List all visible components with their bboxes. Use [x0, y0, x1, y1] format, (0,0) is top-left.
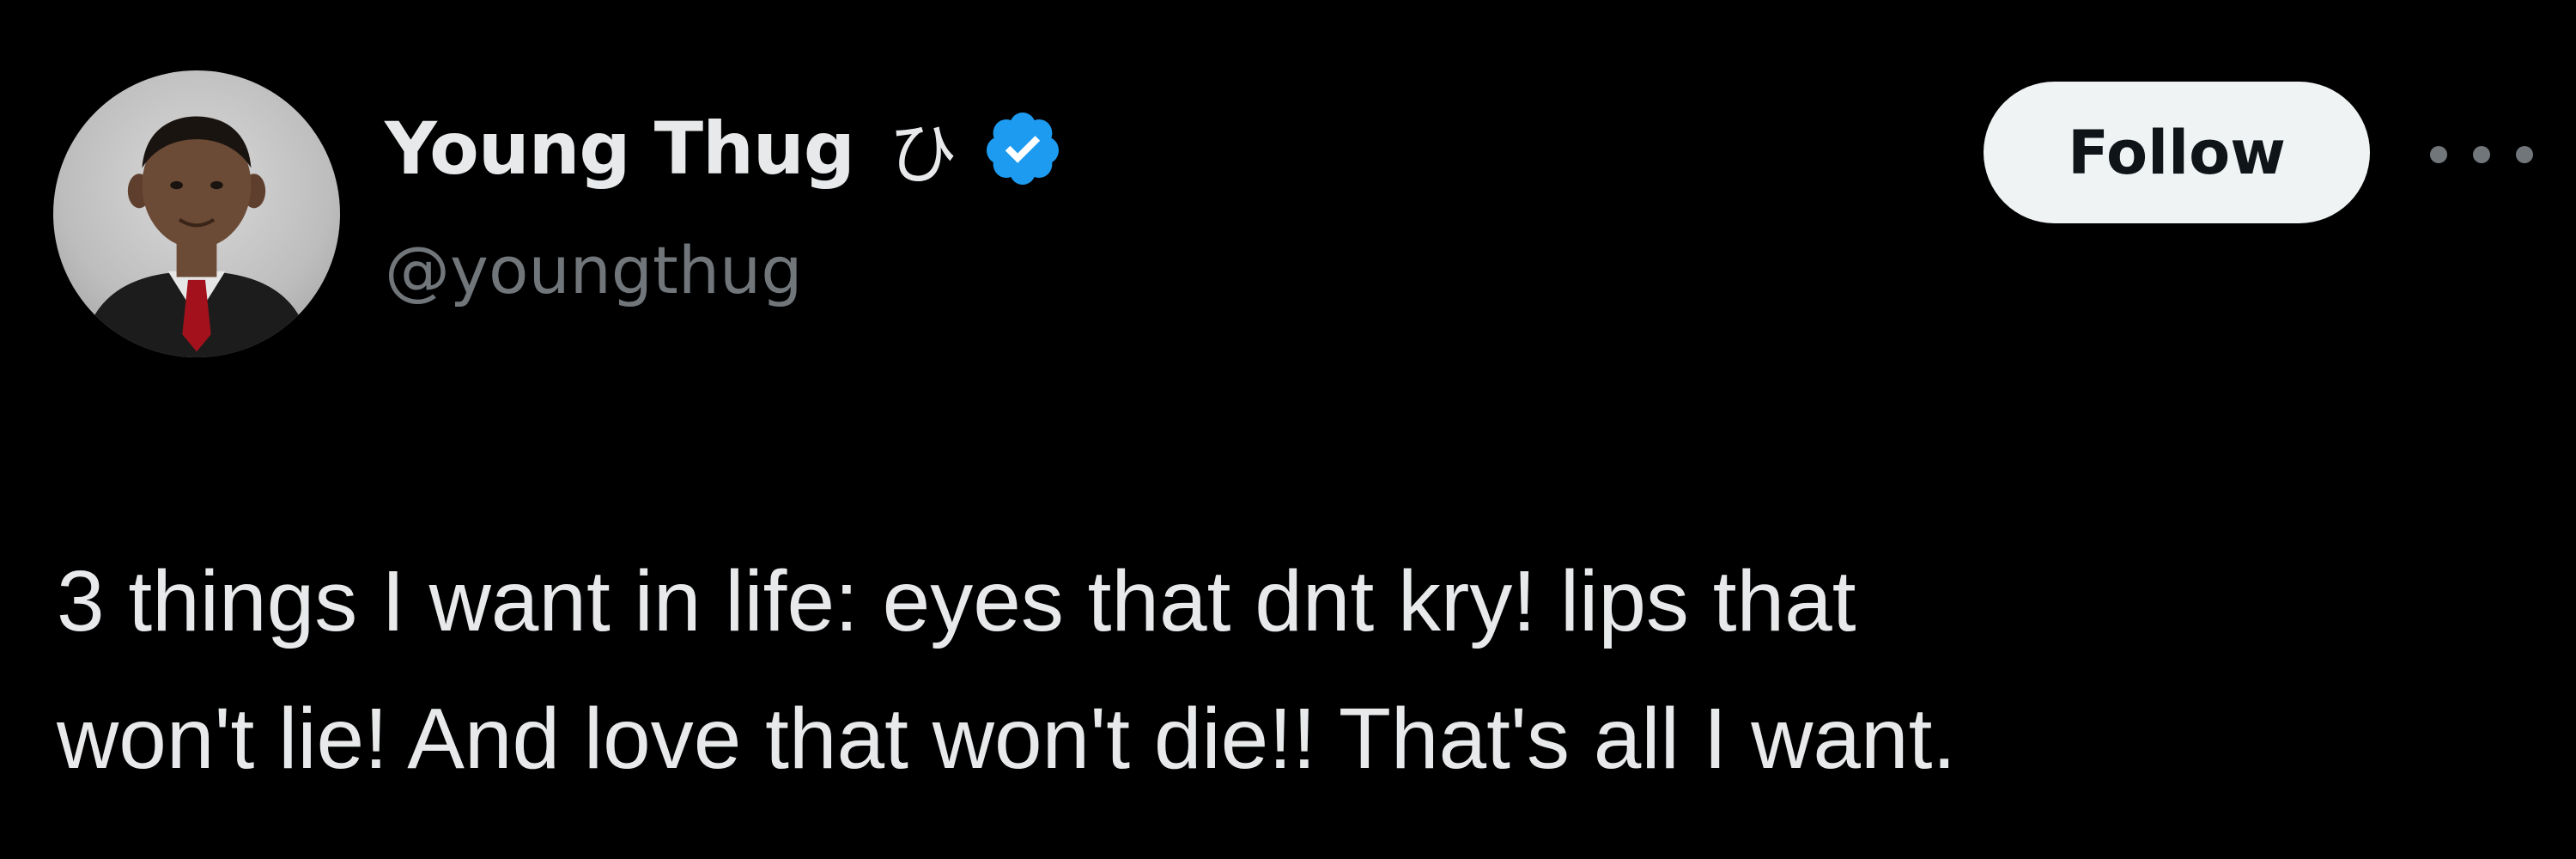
tweet-text-line: 3 things I want in life: eyes that dnt k…: [57, 553, 1856, 649]
verified-badge-icon[interactable]: [981, 107, 1064, 190]
more-dot: [2516, 146, 2533, 163]
profile-photo-icon: [82, 116, 312, 357]
author-name-row[interactable]: Young Thug ひ: [385, 101, 1064, 196]
author-name-glyph: ひ: [888, 114, 957, 194]
tweet-text-line: won't lie! And love that won't die!! Tha…: [57, 691, 1957, 787]
follow-button[interactable]: Follow: [1984, 82, 2370, 223]
tweet-card: Young Thug ひ @youngthug Follow 3 things …: [0, 0, 2576, 859]
more-options-icon[interactable]: [2430, 129, 2533, 180]
tweet-text: 3 things I want in life: eyes that dnt k…: [57, 533, 2512, 807]
author-handle[interactable]: @youngthug: [385, 232, 802, 308]
author-display-name[interactable]: Young Thug: [385, 107, 855, 191]
more-dot: [2430, 146, 2447, 163]
more-dot: [2473, 146, 2490, 163]
avatar[interactable]: [53, 70, 340, 357]
